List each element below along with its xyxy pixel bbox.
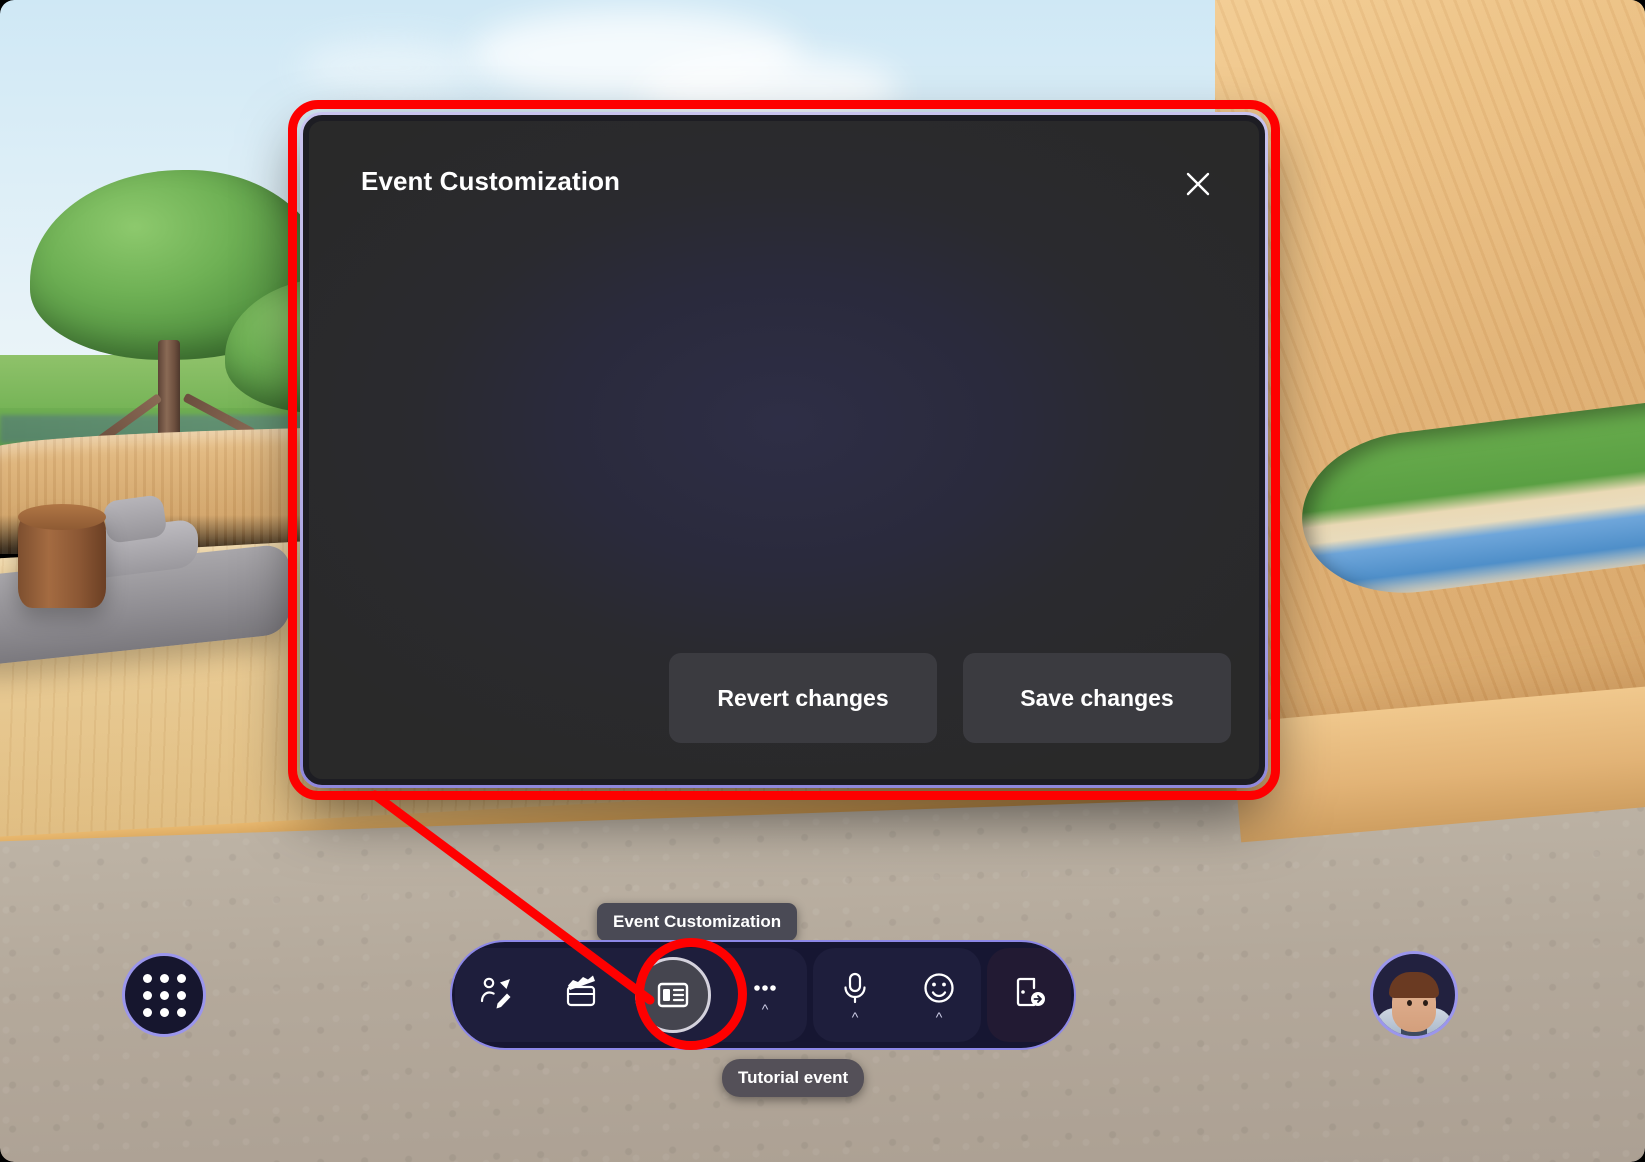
toolbar-group-media: ^ ^ — [813, 948, 981, 1042]
grid-dots-icon — [142, 973, 186, 1017]
toolbar-group-creation: ^ — [455, 948, 807, 1042]
meeting-toolbar: ^ ^ ^ — [450, 940, 1076, 1050]
microphone-icon — [836, 969, 874, 1007]
avatar[interactable] — [1370, 951, 1458, 1039]
save-changes-button[interactable]: Save changes — [963, 653, 1231, 743]
toolbar-button-leave[interactable] — [987, 948, 1071, 1042]
dialog-actions: Revert changes Save changes — [669, 653, 1231, 743]
toolbar-button-effects[interactable] — [539, 948, 623, 1042]
toolbar-button-microphone[interactable]: ^ — [813, 948, 897, 1042]
emoji-smile-icon — [920, 969, 958, 1007]
app-root: Event Customization Revert changes Save … — [0, 0, 1645, 1162]
arch-panel — [1215, 0, 1645, 739]
event-customization-dialog: Event Customization Revert changes Save … — [300, 112, 1268, 788]
toolbar-chevron: ^ — [761, 1001, 769, 1017]
avatar-eye — [1423, 1000, 1428, 1006]
revert-changes-button[interactable]: Revert changes — [669, 653, 937, 743]
toolbar-chevron: ^ — [851, 1009, 859, 1025]
dialog-surface: Event Customization Revert changes Save … — [303, 115, 1265, 785]
toolbar-button-reactions[interactable]: ^ — [897, 948, 981, 1042]
more-ellipsis-icon — [746, 977, 784, 999]
avatar-eye — [1407, 1000, 1412, 1006]
wooden-arch-structure — [1215, 0, 1645, 880]
wooden-stool-top — [18, 504, 106, 530]
close-icon — [1183, 169, 1213, 199]
active-ring — [635, 957, 711, 1033]
toolbar-button-more[interactable]: ^ — [723, 948, 807, 1042]
toolbar-button-avatar[interactable] — [455, 948, 539, 1042]
page-title: Event Customization — [361, 166, 621, 196]
avatar-edit-icon — [478, 973, 516, 1011]
toolbar-button-event-customization[interactable] — [623, 948, 723, 1042]
avatar-hair — [1389, 972, 1439, 998]
close-button[interactable] — [1179, 165, 1217, 203]
leave-door-icon — [1010, 973, 1048, 1011]
toolbar-chevron: ^ — [935, 1009, 943, 1025]
toolbar-group-leave — [987, 948, 1071, 1042]
tooltip-event-customization: Event Customization — [597, 903, 798, 941]
apps-grid-button[interactable] — [122, 953, 206, 1037]
event-customization-icon — [655, 977, 691, 1013]
clapperboard-icon — [562, 973, 600, 1011]
cloud — [300, 40, 480, 95]
tooltip-tutorial-event: Tutorial event — [722, 1059, 865, 1097]
